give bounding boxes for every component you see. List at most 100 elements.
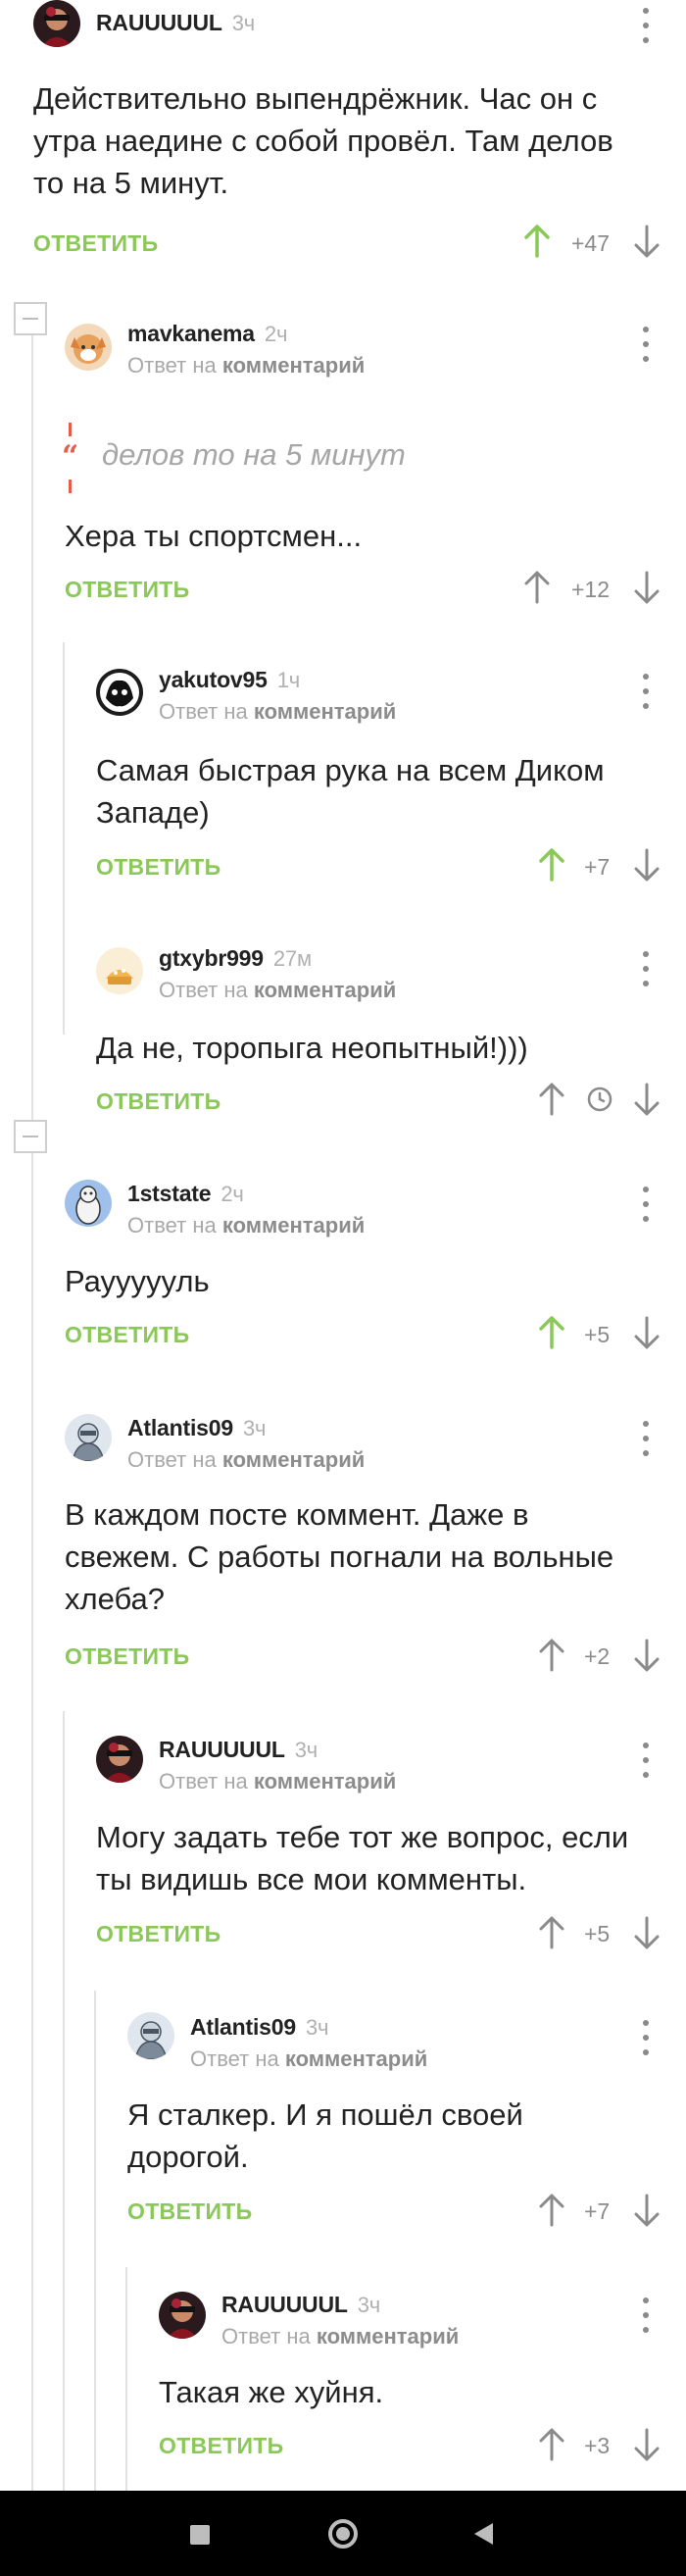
- thread-line-level3: [94, 1991, 96, 2491]
- reply-to-label[interactable]: Ответ на комментарий: [159, 978, 396, 1003]
- score: +5: [584, 1322, 611, 1347]
- more-icon[interactable]: [641, 674, 651, 709]
- comment-text: Да не, торопыга неопытный!))): [96, 1031, 528, 1065]
- reply-to-label[interactable]: Ответ на комментарий: [159, 1769, 396, 1794]
- avatar[interactable]: [96, 947, 143, 994]
- score: +7: [584, 854, 611, 880]
- downvote-icon[interactable]: [633, 847, 661, 883]
- downvote-icon[interactable]: [633, 1315, 661, 1350]
- thread-line-level2: [63, 642, 65, 1035]
- score: +12: [571, 577, 611, 602]
- reply-to-label[interactable]: Ответ на комментарий: [221, 2324, 459, 2349]
- author-name[interactable]: RAUUUUUL 3ч: [159, 1737, 318, 1763]
- downvote-icon[interactable]: [633, 1915, 661, 1950]
- avatar[interactable]: [96, 1736, 143, 1783]
- author-name[interactable]: mavkanema 2ч: [127, 321, 287, 347]
- reply-button[interactable]: ОТВЕТИТЬ: [33, 230, 158, 257]
- upvote-icon[interactable]: [538, 2193, 565, 2228]
- comment-time: 3ч: [231, 11, 256, 35]
- reply-button[interactable]: ОТВЕТИТЬ: [96, 854, 220, 881]
- avatar[interactable]: [33, 0, 80, 47]
- comment-time: 2ч: [264, 322, 288, 346]
- comment-text: Хера ты спортсмен...: [65, 519, 363, 553]
- more-icon[interactable]: [641, 327, 651, 362]
- upvote-icon[interactable]: [538, 1082, 565, 1117]
- author-name[interactable]: gtxybr999 27м: [159, 945, 312, 972]
- downvote-icon[interactable]: [633, 2427, 661, 2462]
- home-icon[interactable]: [326, 2517, 360, 2555]
- avatar[interactable]: [96, 669, 143, 716]
- avatar[interactable]: [65, 1180, 112, 1227]
- avatar[interactable]: [127, 2012, 174, 2059]
- downvote-icon[interactable]: [633, 570, 661, 605]
- author-name[interactable]: RAUUUUUL 3ч: [221, 2292, 380, 2318]
- upvote-icon[interactable]: [538, 2427, 565, 2462]
- comment-text: Рауууууль: [65, 1264, 210, 1298]
- downvote-icon[interactable]: [633, 1082, 661, 1117]
- reply-button[interactable]: ОТВЕТИТЬ: [65, 1322, 189, 1348]
- system-navigation-bar: [0, 2491, 686, 2576]
- comment-text: Я сталкер. И я пошёл своей дорогой.: [127, 2097, 523, 2174]
- avatar[interactable]: [65, 324, 112, 371]
- downvote-icon[interactable]: [633, 2193, 661, 2228]
- more-icon[interactable]: [641, 2298, 651, 2333]
- reply-to-label[interactable]: Ответ на комментарий: [127, 1447, 365, 1473]
- reply-button[interactable]: ОТВЕТИТЬ: [96, 1088, 220, 1115]
- comment-time: 2ч: [220, 1182, 244, 1206]
- downvote-icon[interactable]: [633, 224, 661, 259]
- avatar[interactable]: [159, 2292, 206, 2339]
- more-icon[interactable]: [641, 2020, 651, 2055]
- quoted-text: делов то на 5 минут: [102, 437, 406, 472]
- score: +5: [584, 1921, 611, 1946]
- more-icon[interactable]: [641, 1421, 651, 1456]
- avatar[interactable]: [65, 1414, 112, 1461]
- reply-to-label[interactable]: Ответ на комментарий: [127, 353, 365, 379]
- author-name[interactable]: 1ststate 2ч: [127, 1181, 244, 1207]
- upvote-icon[interactable]: [538, 1638, 565, 1673]
- score: +47: [571, 230, 611, 256]
- thread-line-level4: [125, 2267, 127, 2491]
- comment-time: 1ч: [276, 668, 301, 692]
- score: +2: [584, 1643, 611, 1669]
- comment-time: 3ч: [294, 1738, 318, 1762]
- recent-apps-icon[interactable]: [189, 2524, 211, 2551]
- comment-time: 27м: [272, 946, 312, 971]
- upvote-icon[interactable]: [523, 570, 551, 605]
- reply-to-label[interactable]: Ответ на комментарий: [159, 699, 396, 725]
- svg-text:“: “: [62, 439, 78, 474]
- score: +3: [584, 2433, 611, 2458]
- reply-button[interactable]: ОТВЕТИТЬ: [96, 1921, 220, 1947]
- upvote-icon[interactable]: [538, 847, 565, 883]
- more-icon[interactable]: [641, 1743, 651, 1778]
- back-icon[interactable]: [473, 2522, 495, 2551]
- author-name[interactable]: yakutov95 1ч: [159, 667, 300, 693]
- reply-button[interactable]: ОТВЕТИТЬ: [159, 2433, 283, 2459]
- comment-time: 3ч: [305, 2015, 329, 2040]
- thread-line-level2: [63, 1711, 65, 2491]
- comment-text: В каждом посте коммент. Даже в свежем. С …: [65, 1497, 614, 1616]
- reply-button[interactable]: ОТВЕТИТЬ: [127, 2198, 252, 2225]
- downvote-icon[interactable]: [633, 1638, 661, 1673]
- more-icon[interactable]: [641, 951, 651, 986]
- more-icon[interactable]: [641, 1187, 651, 1222]
- clock-icon: [586, 1086, 613, 1113]
- upvote-icon[interactable]: [523, 224, 551, 259]
- upvote-icon[interactable]: [538, 1315, 565, 1350]
- collapse-thread-button[interactable]: [14, 1120, 47, 1153]
- reply-to-label[interactable]: Ответ на комментарий: [127, 1213, 365, 1238]
- comment-text: Могу задать тебе тот же вопрос, если ты в…: [96, 1820, 629, 1896]
- collapse-thread-button[interactable]: [14, 302, 47, 335]
- upvote-icon[interactable]: [538, 1915, 565, 1950]
- reply-button[interactable]: ОТВЕТИТЬ: [65, 1643, 189, 1670]
- reply-to-label[interactable]: Ответ на комментарий: [190, 2046, 427, 2072]
- more-icon[interactable]: [641, 8, 651, 43]
- comment-text: Такая же хуйня.: [159, 2375, 384, 2409]
- author-name[interactable]: RAUUUUUL 3ч: [96, 10, 255, 36]
- comment-time: 3ч: [242, 1416, 267, 1440]
- reply-button[interactable]: ОТВЕТИТЬ: [65, 577, 189, 603]
- score: +7: [584, 2198, 611, 2224]
- author-name[interactable]: Atlantis09 3ч: [127, 1415, 266, 1441]
- thread-line-level1: [31, 321, 33, 2491]
- author-name[interactable]: Atlantis09 3ч: [190, 2014, 328, 2041]
- comment-time: 3ч: [357, 2293, 381, 2317]
